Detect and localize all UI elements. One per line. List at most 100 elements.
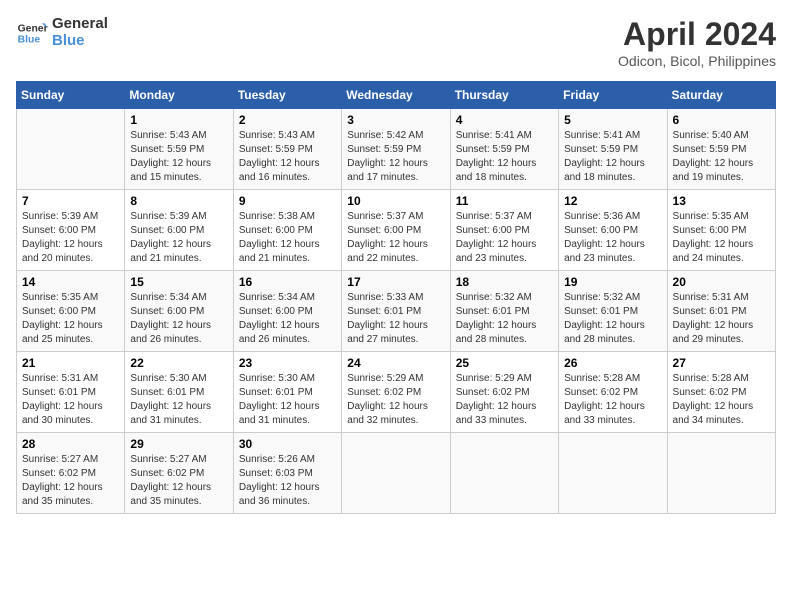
- day-detail: Sunrise: 5:43 AM Sunset: 5:59 PM Dayligh…: [239, 129, 336, 185]
- calendar-cell: 6Sunrise: 5:40 AM Sunset: 5:59 PM Daylig…: [667, 109, 775, 190]
- calendar-cell: 1 Sunrise: 5:43 AM Sunset: 5:59 PM Daylig…: [125, 109, 233, 190]
- day-detail: Sunrise: 5:40 AM Sunset: 5:59 PM Dayligh…: [673, 129, 770, 185]
- day-number: 23: [239, 356, 336, 370]
- calendar-week-row: 28Sunrise: 5:27 AM Sunset: 6:02 PM Dayli…: [17, 433, 776, 514]
- calendar-cell: [559, 433, 667, 514]
- svg-text:Blue: Blue: [18, 34, 41, 45]
- calendar-cell: 24 Sunrise: 5:29 AM Sunset: 6:02 PM Dayli…: [342, 352, 450, 433]
- calendar-cell: 9 Sunrise: 5:38 AM Sunset: 6:00 PM Daylig…: [233, 190, 341, 271]
- day-detail: Sunrise: 5:30 AM Sunset: 6:01 PM Dayligh…: [239, 372, 336, 428]
- logo-general: General: [52, 16, 108, 33]
- calendar-cell: 12 Sunrise: 5:36 AM Sunset: 6:00 PM Dayli…: [559, 190, 667, 271]
- calendar-week-row: 14 Sunrise: 5:35 AM Sunset: 6:00 PM Dayli…: [17, 271, 776, 352]
- day-detail: Sunrise: 5:31 AM Sunset: 6:01 PM Dayligh…: [22, 372, 119, 428]
- day-number: 9: [239, 194, 336, 208]
- col-header-thursday: Thursday: [450, 82, 558, 109]
- day-number: 19: [564, 275, 661, 289]
- day-detail: Sunrise: 5:41 AM Sunset: 5:59 PM Dayligh…: [456, 129, 553, 185]
- calendar-cell: [450, 433, 558, 514]
- day-number: 24: [347, 356, 444, 370]
- col-header-tuesday: Tuesday: [233, 82, 341, 109]
- day-number: 22: [130, 356, 227, 370]
- col-header-monday: Monday: [125, 82, 233, 109]
- day-detail: Sunrise: 5:32 AM Sunset: 6:01 PM Dayligh…: [456, 291, 553, 347]
- svg-text:General: General: [18, 23, 48, 34]
- day-number: 21: [22, 356, 119, 370]
- day-number: 13: [673, 194, 770, 208]
- day-number: 1: [130, 113, 227, 127]
- day-detail: Sunrise: 5:35 AM Sunset: 6:00 PM Dayligh…: [22, 291, 119, 347]
- calendar-cell: 25Sunrise: 5:29 AM Sunset: 6:02 PM Dayli…: [450, 352, 558, 433]
- calendar-cell: 10Sunrise: 5:37 AM Sunset: 6:00 PM Dayli…: [342, 190, 450, 271]
- title-block: April 2024 Odicon, Bicol, Philippines: [618, 16, 776, 69]
- day-detail: Sunrise: 5:36 AM Sunset: 6:00 PM Dayligh…: [564, 210, 661, 266]
- calendar-cell: 16 Sunrise: 5:34 AM Sunset: 6:00 PM Dayli…: [233, 271, 341, 352]
- calendar-cell: [17, 109, 125, 190]
- day-detail: Sunrise: 5:37 AM Sunset: 6:00 PM Dayligh…: [347, 210, 444, 266]
- day-number: 8: [130, 194, 227, 208]
- calendar-cell: 22 Sunrise: 5:30 AM Sunset: 6:01 PM Dayli…: [125, 352, 233, 433]
- day-number: 27: [673, 356, 770, 370]
- day-detail: Sunrise: 5:37 AM Sunset: 6:00 PM Dayligh…: [456, 210, 553, 266]
- day-number: 5: [564, 113, 661, 127]
- col-header-friday: Friday: [559, 82, 667, 109]
- day-number: 4: [456, 113, 553, 127]
- day-number: 16: [239, 275, 336, 289]
- calendar-cell: 4 Sunrise: 5:41 AM Sunset: 5:59 PM Daylig…: [450, 109, 558, 190]
- day-detail: Sunrise: 5:35 AM Sunset: 6:00 PM Dayligh…: [673, 210, 770, 266]
- calendar-cell: 5 Sunrise: 5:41 AM Sunset: 5:59 PM Daylig…: [559, 109, 667, 190]
- day-detail: Sunrise: 5:28 AM Sunset: 6:02 PM Dayligh…: [673, 372, 770, 428]
- day-detail: Sunrise: 5:39 AM Sunset: 6:00 PM Dayligh…: [22, 210, 119, 266]
- day-detail: Sunrise: 5:27 AM Sunset: 6:02 PM Dayligh…: [22, 453, 119, 509]
- calendar-cell: 8 Sunrise: 5:39 AM Sunset: 6:00 PM Daylig…: [125, 190, 233, 271]
- calendar-cell: 11 Sunrise: 5:37 AM Sunset: 6:00 PM Dayli…: [450, 190, 558, 271]
- day-detail: Sunrise: 5:26 AM Sunset: 6:03 PM Dayligh…: [239, 453, 336, 509]
- day-detail: Sunrise: 5:31 AM Sunset: 6:01 PM Dayligh…: [673, 291, 770, 347]
- calendar-week-row: 7 Sunrise: 5:39 AM Sunset: 6:00 PM Daylig…: [17, 190, 776, 271]
- header: General Blue General Blue April 2024 Odi…: [16, 16, 776, 69]
- col-header-wednesday: Wednesday: [342, 82, 450, 109]
- calendar-cell: 19 Sunrise: 5:32 AM Sunset: 6:01 PM Dayli…: [559, 271, 667, 352]
- day-number: 11: [456, 194, 553, 208]
- day-detail: Sunrise: 5:34 AM Sunset: 6:00 PM Dayligh…: [239, 291, 336, 347]
- calendar-cell: 17Sunrise: 5:33 AM Sunset: 6:01 PM Dayli…: [342, 271, 450, 352]
- day-detail: Sunrise: 5:32 AM Sunset: 6:01 PM Dayligh…: [564, 291, 661, 347]
- calendar-cell: 28Sunrise: 5:27 AM Sunset: 6:02 PM Dayli…: [17, 433, 125, 514]
- calendar-week-row: 21 Sunrise: 5:31 AM Sunset: 6:01 PM Dayli…: [17, 352, 776, 433]
- day-number: 15: [130, 275, 227, 289]
- day-number: 20: [673, 275, 770, 289]
- location: Odicon, Bicol, Philippines: [618, 53, 776, 69]
- day-number: 12: [564, 194, 661, 208]
- logo-icon: General Blue: [16, 17, 48, 49]
- day-detail: Sunrise: 5:33 AM Sunset: 6:01 PM Dayligh…: [347, 291, 444, 347]
- day-detail: Sunrise: 5:29 AM Sunset: 6:02 PM Dayligh…: [347, 372, 444, 428]
- day-detail: Sunrise: 5:41 AM Sunset: 5:59 PM Dayligh…: [564, 129, 661, 185]
- day-number: 2: [239, 113, 336, 127]
- calendar-cell: 30 Sunrise: 5:26 AM Sunset: 6:03 PM Dayli…: [233, 433, 341, 514]
- calendar-table: SundayMondayTuesdayWednesdayThursdayFrid…: [16, 81, 776, 514]
- calendar-cell: [667, 433, 775, 514]
- calendar-cell: 3Sunrise: 5:42 AM Sunset: 5:59 PM Daylig…: [342, 109, 450, 190]
- day-number: 14: [22, 275, 119, 289]
- col-header-saturday: Saturday: [667, 82, 775, 109]
- calendar-cell: 27 Sunrise: 5:28 AM Sunset: 6:02 PM Dayli…: [667, 352, 775, 433]
- day-detail: Sunrise: 5:38 AM Sunset: 6:00 PM Dayligh…: [239, 210, 336, 266]
- calendar-cell: [342, 433, 450, 514]
- day-detail: Sunrise: 5:43 AM Sunset: 5:59 PM Dayligh…: [130, 129, 227, 185]
- day-detail: Sunrise: 5:42 AM Sunset: 5:59 PM Dayligh…: [347, 129, 444, 185]
- day-number: 18: [456, 275, 553, 289]
- day-detail: Sunrise: 5:39 AM Sunset: 6:00 PM Dayligh…: [130, 210, 227, 266]
- calendar-week-row: 1 Sunrise: 5:43 AM Sunset: 5:59 PM Daylig…: [17, 109, 776, 190]
- month-title: April 2024: [618, 16, 776, 53]
- day-number: 7: [22, 194, 119, 208]
- calendar-cell: 21 Sunrise: 5:31 AM Sunset: 6:01 PM Dayli…: [17, 352, 125, 433]
- day-number: 30: [239, 437, 336, 451]
- day-detail: Sunrise: 5:28 AM Sunset: 6:02 PM Dayligh…: [564, 372, 661, 428]
- calendar-cell: 15 Sunrise: 5:34 AM Sunset: 6:00 PM Dayli…: [125, 271, 233, 352]
- calendar-header-row: SundayMondayTuesdayWednesdayThursdayFrid…: [17, 82, 776, 109]
- day-detail: Sunrise: 5:30 AM Sunset: 6:01 PM Dayligh…: [130, 372, 227, 428]
- day-detail: Sunrise: 5:34 AM Sunset: 6:00 PM Dayligh…: [130, 291, 227, 347]
- calendar-cell: 7 Sunrise: 5:39 AM Sunset: 6:00 PM Daylig…: [17, 190, 125, 271]
- calendar-cell: 18 Sunrise: 5:32 AM Sunset: 6:01 PM Dayli…: [450, 271, 558, 352]
- calendar-cell: 26Sunrise: 5:28 AM Sunset: 6:02 PM Dayli…: [559, 352, 667, 433]
